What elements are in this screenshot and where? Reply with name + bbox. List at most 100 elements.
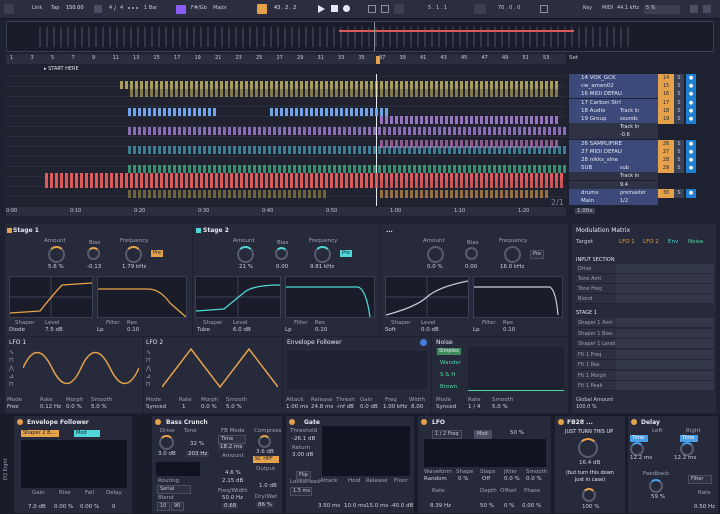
stage1-freq-value[interactable]: 1.79 kHz [122,264,146,270]
arrangement-clip[interactable] [128,108,218,116]
track-io-label[interactable]: sub [620,165,629,171]
bass-blend-b[interactable]: 90 [171,502,184,511]
lfo2-rate-value[interactable]: 1 [182,404,186,410]
stage1-filter-graph[interactable] [97,276,187,318]
loop-switch-icon[interactable] [474,4,486,14]
bass-blend-a[interactable]: 10 [157,502,170,511]
envf-attack-value[interactable]: 1.00 ms [286,404,308,410]
mod-matrix-cell[interactable] [616,274,714,284]
delay-filter-button[interactable]: Filter [688,475,712,484]
lfo-depth-pct[interactable]: 50 % [510,430,524,436]
loop-length-display[interactable]: 70 . 0 . 0 [496,5,522,14]
stage3-filter-graph[interactable] [473,276,563,318]
gate-look-select[interactable]: 1.5 ms [290,487,312,496]
track-io-label[interactable]: Track In [620,124,639,130]
stage1-pre-button[interactable]: Pre [151,250,163,257]
stage2-pre-button[interactable]: Pre [340,250,352,257]
arrangement-clip[interactable] [380,140,560,148]
arrangement-clip[interactable] [380,116,560,124]
stage1-level-value[interactable]: 7.5 dB [45,327,63,333]
gate-floor-value[interactable]: -40.0 dB [390,503,413,509]
envf-release-value[interactable]: 24.8 ms [311,404,333,410]
overdub-icon[interactable] [381,5,389,13]
envf-gain-value[interactable]: 0.0 dB [360,404,378,410]
track-number[interactable]: 29 [658,164,674,174]
arrangement-clip[interactable] [128,190,328,198]
stage3-amount-knob[interactable] [427,246,444,263]
track-io-label[interactable]: sounds [620,116,638,122]
stage1-freq-knob[interactable] [125,246,142,263]
gate-release-value[interactable]: 15.0 ms [366,503,388,509]
track-io-label[interactable]: Track In [620,173,639,179]
lfo2-morph-value[interactable]: 0.0 % [201,404,217,410]
bass-time-value[interactable]: 18.2 ms [218,444,245,450]
mod-col-lfo1[interactable]: LFO 1 [619,239,635,245]
track-io-label[interactable]: -0.6 [620,132,630,138]
track-header[interactable]: Main [569,197,658,206]
bass-ms-value[interactable]: 2.15 dB [222,478,243,484]
quantize-select[interactable]: 1 Bar [142,5,159,14]
automation-icon[interactable] [368,5,376,13]
tap-button[interactable]: Tap [49,5,61,14]
stage2-amount-value[interactable]: 21 % [239,264,253,270]
bass-crunch-power-icon[interactable] [155,419,161,425]
bass-tone-freq[interactable]: 203 Hz [186,451,210,457]
stage1-shaper-graph[interactable] [9,276,93,318]
stage3-bias-value[interactable]: 0.00 [465,264,477,270]
arrangement-overview[interactable] [6,21,714,52]
stage1-bias-value[interactable]: -0.13 [87,264,101,270]
delay-rate-value[interactable]: 0.50 Hz [694,504,715,510]
lfo-rate-value[interactable]: 8.39 Hz [430,503,451,509]
delay-fb-value[interactable]: 59 % [651,494,665,500]
noise-type-simplex[interactable]: Simplex [437,348,461,355]
stage3-shaper-graph[interactable] [385,276,469,318]
track-solo-button[interactable]: S [674,115,684,124]
stage3-amount-value[interactable]: 0.0 % [427,264,443,270]
gate-hold-value[interactable]: 10.0 ms [344,503,366,509]
lfo1-wave-select[interactable]: ∿ ⊓ ⋀ ⊿ ⊓ [9,349,19,389]
track-io-label[interactable]: 9.4 [620,182,628,188]
lfo-steps-value[interactable]: Off [482,476,490,482]
delay-right-time[interactable]: Time [680,435,698,442]
lfo-power-icon[interactable] [421,419,427,425]
stage2-res-value[interactable]: 0.10 [315,327,327,333]
lfo-wave-value[interactable]: Random [424,476,447,482]
track-arm-button[interactable]: ● [686,164,696,174]
gate-attack-value[interactable]: 3.50 ms [318,503,340,509]
stage2-filter-value[interactable]: Lp [285,327,292,333]
lfo-offset-value[interactable]: 0 % [504,503,514,509]
track-number[interactable]: 30 [658,188,674,198]
key-root-select[interactable]: F#/Gb [189,5,209,14]
arrangement-clip[interactable] [380,190,550,198]
bass-output-value[interactable]: 1.0 dB [259,483,277,489]
lfo-depth-value[interactable]: 50 % [480,503,494,509]
stage3-filter-value[interactable]: Lp [473,327,480,333]
stage2-power-icon[interactable] [196,228,201,233]
start-marker[interactable]: ▸ START HERE [44,66,164,74]
stage2-shaper-graph[interactable] [195,276,281,318]
tempo-field[interactable]: 150.00 [64,5,86,14]
time-ruler[interactable] [6,207,566,216]
delay-fb-knob[interactable] [649,479,663,493]
stage2-filter-graph[interactable] [285,276,375,318]
bass-tone-value[interactable]: 32 % [190,441,204,447]
mod-matrix-cell[interactable] [616,318,714,328]
stage1-amount-knob[interactable] [48,246,65,263]
lfo2-mode-value[interactable]: Synced [146,404,166,410]
lfo-smooth-value[interactable]: 0.0 % [526,476,542,482]
mod-matrix-cell[interactable] [616,294,714,304]
fb28-power-icon[interactable] [558,419,564,425]
loop-start-display[interactable]: 5 . 1 . 1 [426,5,449,14]
envf-device-preset[interactable]: Shaper 2 B... [21,430,59,437]
mod-col-noise[interactable]: Noise [688,239,703,245]
envf-device-rise-value[interactable]: 0.00 % [54,504,73,510]
bass-drive-knob[interactable] [159,435,174,450]
mod-matrix-cell[interactable] [616,284,714,294]
loop-dots-icon[interactable] [128,7,138,11]
bass-fb-select[interactable]: Time [218,435,246,444]
envf-device-power-icon[interactable] [17,419,23,425]
delay-left-knob[interactable] [630,442,644,456]
mod-global-amount-value[interactable]: 100.0 % [576,404,597,410]
set-button[interactable]: Set [569,55,578,61]
lfo-jitter-value[interactable]: 0.0 % [504,476,520,482]
